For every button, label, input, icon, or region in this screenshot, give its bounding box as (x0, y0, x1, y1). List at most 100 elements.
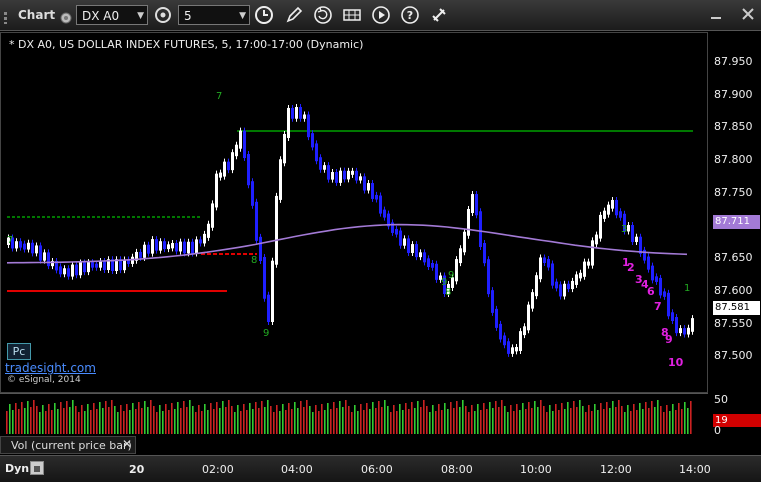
help-icon[interactable]: ? (400, 5, 420, 25)
candle-bar (687, 327, 690, 335)
volume-bar (42, 405, 44, 434)
volume-bar (441, 410, 443, 434)
volume-bar (477, 404, 479, 434)
candle-bar (663, 291, 666, 297)
price-axis[interactable]: 87.95087.90087.85087.80087.75087.70087.6… (708, 32, 761, 393)
candle-bar (415, 244, 418, 258)
candle-bar (519, 331, 522, 351)
volume-bar (669, 411, 671, 434)
candle-bar (35, 245, 38, 254)
candle-bar (659, 277, 662, 296)
interval-value: 5 (184, 9, 192, 23)
candle-bar (671, 312, 674, 322)
volume-pane[interactable] (0, 393, 708, 436)
volume-bar (393, 405, 395, 434)
volume-bar (624, 412, 626, 434)
minimize-icon[interactable] (709, 7, 723, 21)
clock-icon[interactable] (254, 5, 274, 25)
interval-input[interactable]: 5 ▼ (178, 5, 250, 25)
price-chart-svg[interactable]: 799891378 1234678910 (1, 33, 709, 394)
volume-bar (315, 405, 317, 434)
volume-bar (141, 408, 143, 434)
volume-bar (48, 404, 50, 434)
volume-bar (87, 404, 89, 434)
candle-bar (71, 264, 74, 277)
volume-bar (690, 401, 692, 434)
volume-bar (618, 400, 620, 434)
volume-bar (615, 407, 617, 434)
menu-handle-icon[interactable] (4, 9, 12, 24)
volume-bar (522, 403, 524, 434)
play-icon[interactable] (371, 5, 391, 25)
volume-bar (585, 412, 587, 434)
volume-bar (447, 409, 449, 434)
volume-bar (654, 407, 656, 434)
volume-bar (573, 401, 575, 434)
close-icon[interactable]: ✕ (122, 435, 132, 453)
volume-bar (246, 410, 248, 434)
volume-bar (126, 404, 128, 434)
candle-bar (627, 225, 630, 232)
volume-bar (99, 402, 101, 434)
volume-bar (120, 405, 122, 434)
candle-bar (231, 152, 234, 171)
chevron-down-icon[interactable]: ▼ (137, 6, 144, 26)
volume-bar (147, 407, 149, 434)
price-chart-pane[interactable]: 7 9 9 8 9 1 3 7 8 1 2 3 4 6 7 8 9 10 * DX A0, US DOLLAR I… (0, 32, 708, 393)
grid-icon[interactable] (342, 5, 362, 25)
candle-bar (31, 242, 34, 254)
sync-icon[interactable] (30, 461, 44, 475)
link-status-icon[interactable] (60, 9, 72, 24)
volume-bar (222, 401, 224, 434)
volume-bar (525, 409, 527, 434)
candle-bar (539, 257, 542, 280)
volume-bar (561, 403, 563, 434)
candle-bar (383, 209, 386, 218)
volume-bar (342, 407, 344, 434)
volume-bar (516, 404, 518, 434)
chart-settings-icon[interactable] (153, 5, 173, 25)
volume-bar (591, 411, 593, 434)
volume-bar (15, 403, 17, 434)
volume-bar (225, 407, 227, 434)
candle-bar (475, 194, 478, 216)
volume-bar (294, 402, 296, 434)
symbol-input[interactable]: DX A0 ▼ (76, 5, 148, 25)
candle-bar (95, 263, 98, 268)
volume-bar (552, 411, 554, 434)
volume-study-label[interactable]: Vol (current price bar) ✕ (0, 436, 136, 454)
candle-bar (267, 294, 270, 323)
volume-bar (426, 406, 428, 434)
candle-bar (67, 268, 70, 277)
volume-bar (117, 412, 119, 434)
volume-bar (558, 410, 560, 434)
watermark-site: tradesight.com (5, 361, 96, 375)
refresh-icon[interactable] (313, 5, 333, 25)
link-icon[interactable] (429, 5, 449, 25)
volume-bar (609, 408, 611, 434)
pc-badge[interactable]: Pc (7, 343, 31, 360)
volume-bar (60, 402, 62, 434)
candle-bar (43, 252, 46, 261)
candle-bar (19, 241, 22, 248)
volume-bar (39, 412, 41, 434)
time-axis-bar[interactable]: Dyn 20 02:00 04:00 06:00 08:00 10:00 12:… (0, 455, 761, 482)
volume-bar (351, 412, 353, 434)
volume-bar (384, 400, 386, 434)
volume-bar (396, 411, 398, 434)
candle-bar (471, 194, 474, 213)
close-icon[interactable] (740, 6, 756, 22)
volume-bar (330, 409, 332, 434)
candle-bar (87, 262, 90, 273)
volume-bar (597, 410, 599, 434)
candle-bar (607, 204, 610, 215)
candle-bar (603, 210, 606, 219)
price-tick-label: 87.650 (714, 251, 753, 265)
pencil-icon[interactable] (284, 5, 304, 25)
volume-bar (84, 411, 86, 434)
chevron-down-icon[interactable]: ▼ (239, 6, 246, 26)
candle-bar (227, 161, 230, 171)
volume-bar (237, 405, 239, 434)
volume-bar (69, 407, 71, 434)
volume-bar (381, 407, 383, 434)
